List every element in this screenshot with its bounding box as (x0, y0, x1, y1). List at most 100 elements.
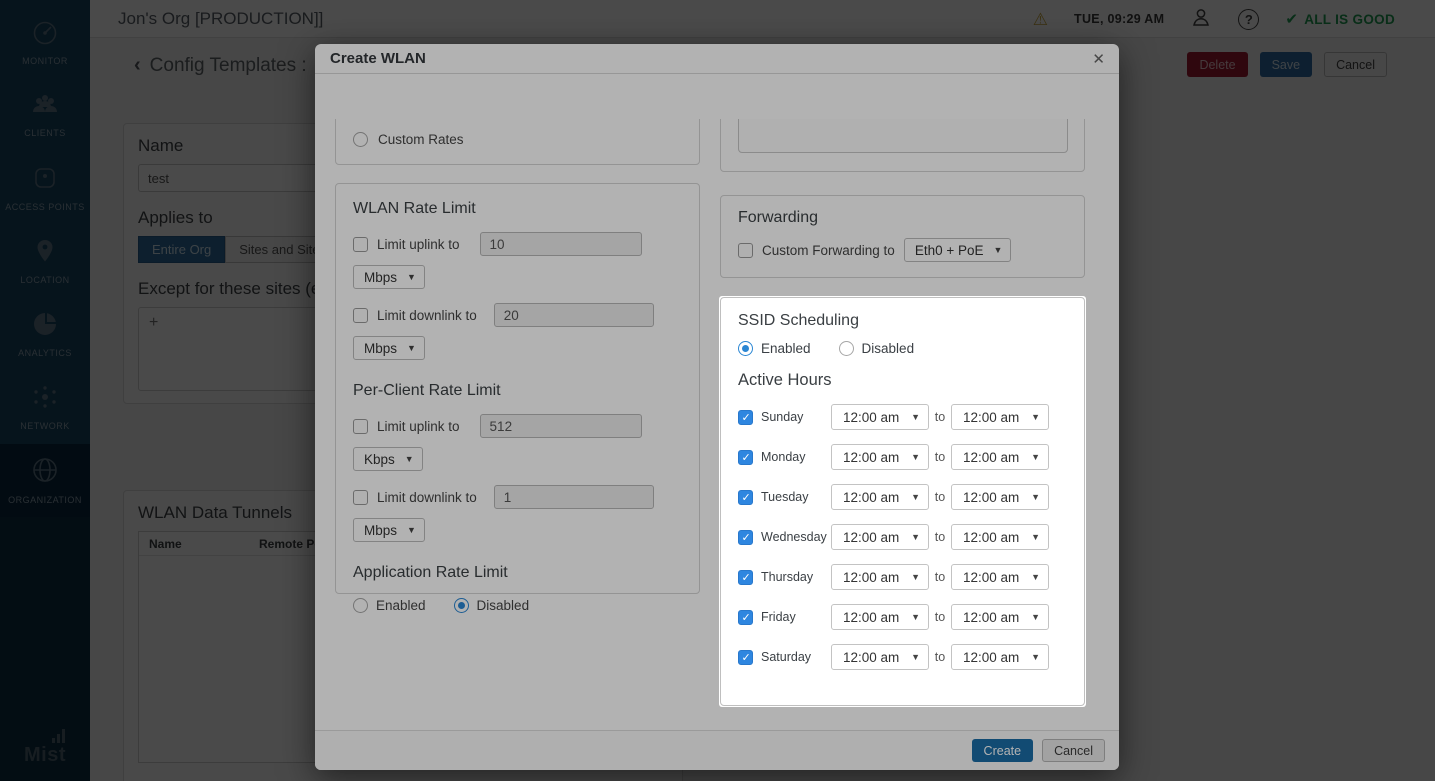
end-time-value: 12:00 am (963, 530, 1019, 545)
client-uplink-unit-select[interactable]: Kbps ▼ (353, 447, 423, 471)
chevron-down-icon: ▼ (994, 245, 1003, 255)
limit-uplink-label: Limit uplink to (377, 419, 460, 434)
start-time-select[interactable]: 12:00 am▼ (831, 404, 929, 430)
schedule-row-wednesday: Wednesday 12:00 am▼ to 12:00 am▼ (738, 524, 1067, 550)
end-time-value: 12:00 am (963, 650, 1019, 665)
start-time-select[interactable]: 12:00 am▼ (831, 444, 929, 470)
chevron-down-icon: ▼ (911, 572, 920, 582)
modal-footer: Create Cancel (315, 730, 1119, 770)
checkbox-icon[interactable] (353, 308, 368, 323)
chevron-down-icon: ▼ (1031, 492, 1040, 502)
end-time-value: 12:00 am (963, 570, 1019, 585)
end-time-select[interactable]: 12:00 am▼ (951, 444, 1049, 470)
checkbox-icon[interactable] (738, 530, 753, 545)
end-time-select[interactable]: 12:00 am▼ (951, 604, 1049, 630)
enabled-radio-icon[interactable] (353, 598, 368, 613)
empty-text-area[interactable] (738, 119, 1068, 153)
client-downlink-row: Limit downlink to (353, 485, 682, 509)
application-rate-limit-title: Application Rate Limit (353, 564, 682, 582)
chevron-down-icon: ▼ (407, 525, 416, 535)
end-time-select[interactable]: 12:00 am ▼ (951, 404, 1049, 430)
active-hours-title: Active Hours (738, 371, 1067, 390)
client-downlink-value-input[interactable] (494, 485, 654, 509)
start-time-select[interactable]: 12:00 am ▼ (831, 484, 929, 510)
day-label: Tuesday (761, 490, 831, 504)
day-label: Saturday (761, 650, 831, 664)
forwarding-target-select[interactable]: Eth0 + PoE ▼ (904, 238, 1012, 262)
wlan-uplink-value-input[interactable] (480, 232, 642, 256)
checkbox-icon[interactable] (353, 237, 368, 252)
wlan-downlink-unit-select[interactable]: Mbps ▼ (353, 336, 425, 360)
ssid-scheduling-panel: SSID Scheduling Enabled Disabled Active … (720, 297, 1085, 706)
checkbox-icon[interactable] (738, 650, 753, 665)
data-rates-clipped-option[interactable]: High Density (no 11b, no 11ag, min bitra… (353, 119, 652, 122)
limit-downlink-label: Limit downlink to (377, 490, 477, 505)
ssid-scheduling-title: SSID Scheduling (738, 312, 1067, 330)
start-time-value: 12:00 am (843, 490, 899, 505)
chevron-down-icon: ▼ (911, 492, 920, 502)
start-time-value: 12:00 am (843, 650, 899, 665)
disabled-radio-icon[interactable] (454, 598, 469, 613)
wlan-uplink-unit-select[interactable]: Mbps ▼ (353, 265, 425, 289)
checkbox-icon[interactable] (353, 419, 368, 434)
day-label: Thursday (761, 570, 831, 584)
disabled-radio-icon[interactable] (839, 341, 854, 356)
custom-rates-option[interactable]: Custom Rates (353, 132, 464, 147)
wlan-uplink-row: Limit uplink to (353, 232, 682, 256)
start-time-value: 12:00 am (843, 450, 899, 465)
chevron-down-icon: ▼ (1031, 612, 1040, 622)
client-uplink-row: Limit uplink to (353, 414, 682, 438)
enabled-label: Enabled (376, 598, 426, 613)
end-time-select[interactable]: 12:00 am ▼ (951, 644, 1049, 670)
forwarding-title: Forwarding (738, 209, 1067, 227)
to-label: to (929, 450, 951, 464)
wlan-downlink-value-input[interactable] (494, 303, 654, 327)
day-label: Monday (761, 450, 831, 464)
start-time-select[interactable]: 12:00 am▼ (831, 604, 929, 630)
day-label: Wednesday (761, 530, 831, 544)
forwarding-panel: Forwarding Custom Forwarding to Eth0 + P… (720, 195, 1085, 278)
checkbox-icon[interactable] (353, 490, 368, 505)
start-time-value: 12:00 am (843, 530, 899, 545)
data-rates-panel: High Density (no 11b, no 11ag, min bitra… (335, 119, 700, 165)
checkbox-icon[interactable] (738, 570, 753, 585)
modal-header: Create WLAN ✕ (315, 44, 1119, 74)
client-uplink-value-input[interactable] (480, 414, 642, 438)
chevron-down-icon: ▼ (407, 272, 416, 282)
disabled-label: Disabled (477, 598, 530, 613)
start-time-select[interactable]: 12:00 am▼ (831, 644, 929, 670)
modal-cancel-button[interactable]: Cancel (1042, 739, 1105, 762)
radio-icon[interactable] (353, 132, 368, 147)
chevron-down-icon: ▼ (911, 412, 920, 422)
modal-scroll-area[interactable]: High Density (no 11b, no 11ag, min bitra… (315, 119, 1119, 730)
end-time-select[interactable]: 12:00 am▼ (951, 484, 1049, 510)
schedule-row-friday: Friday 12:00 am▼ to 12:00 am▼ (738, 604, 1067, 630)
close-icon[interactable]: ✕ (1092, 50, 1105, 68)
day-label: Friday (761, 610, 831, 624)
chevron-down-icon: ▼ (1031, 412, 1040, 422)
end-time-select[interactable]: 12:00 am▼ (951, 524, 1049, 550)
checkbox-icon[interactable] (738, 410, 753, 425)
unit-label: Mbps (364, 523, 397, 538)
start-time-select[interactable]: 12:00 am▼ (831, 524, 929, 550)
chevron-down-icon: ▼ (911, 612, 920, 622)
chevron-down-icon: ▼ (1031, 652, 1040, 662)
checkbox-icon[interactable] (738, 243, 753, 258)
end-time-value: 12:00 am (963, 410, 1019, 425)
create-wlan-modal: Create WLAN ✕ High Density (no 11b, no 1… (315, 44, 1119, 770)
unit-label: Kbps (364, 452, 395, 467)
client-downlink-unit-select[interactable]: Mbps ▼ (353, 518, 425, 542)
checkbox-icon[interactable] (738, 610, 753, 625)
to-label: to (929, 570, 951, 584)
checkbox-icon[interactable] (738, 490, 753, 505)
start-time-value: 12:00 am (843, 570, 899, 585)
application-rate-limit-options: Enabled Disabled (353, 598, 682, 613)
chevron-down-icon: ▼ (1031, 572, 1040, 582)
start-time-select[interactable]: 12:00 am ▼ (831, 564, 929, 590)
checkbox-icon[interactable] (738, 450, 753, 465)
enabled-radio-icon[interactable] (738, 341, 753, 356)
create-button[interactable]: Create (972, 739, 1034, 762)
schedule-row-tuesday: Tuesday 12:00 am▼ to 12:00 am▼ (738, 484, 1067, 510)
clipped-upper-panel (720, 119, 1085, 172)
end-time-select[interactable]: 12:00 am ▼ (951, 564, 1049, 590)
